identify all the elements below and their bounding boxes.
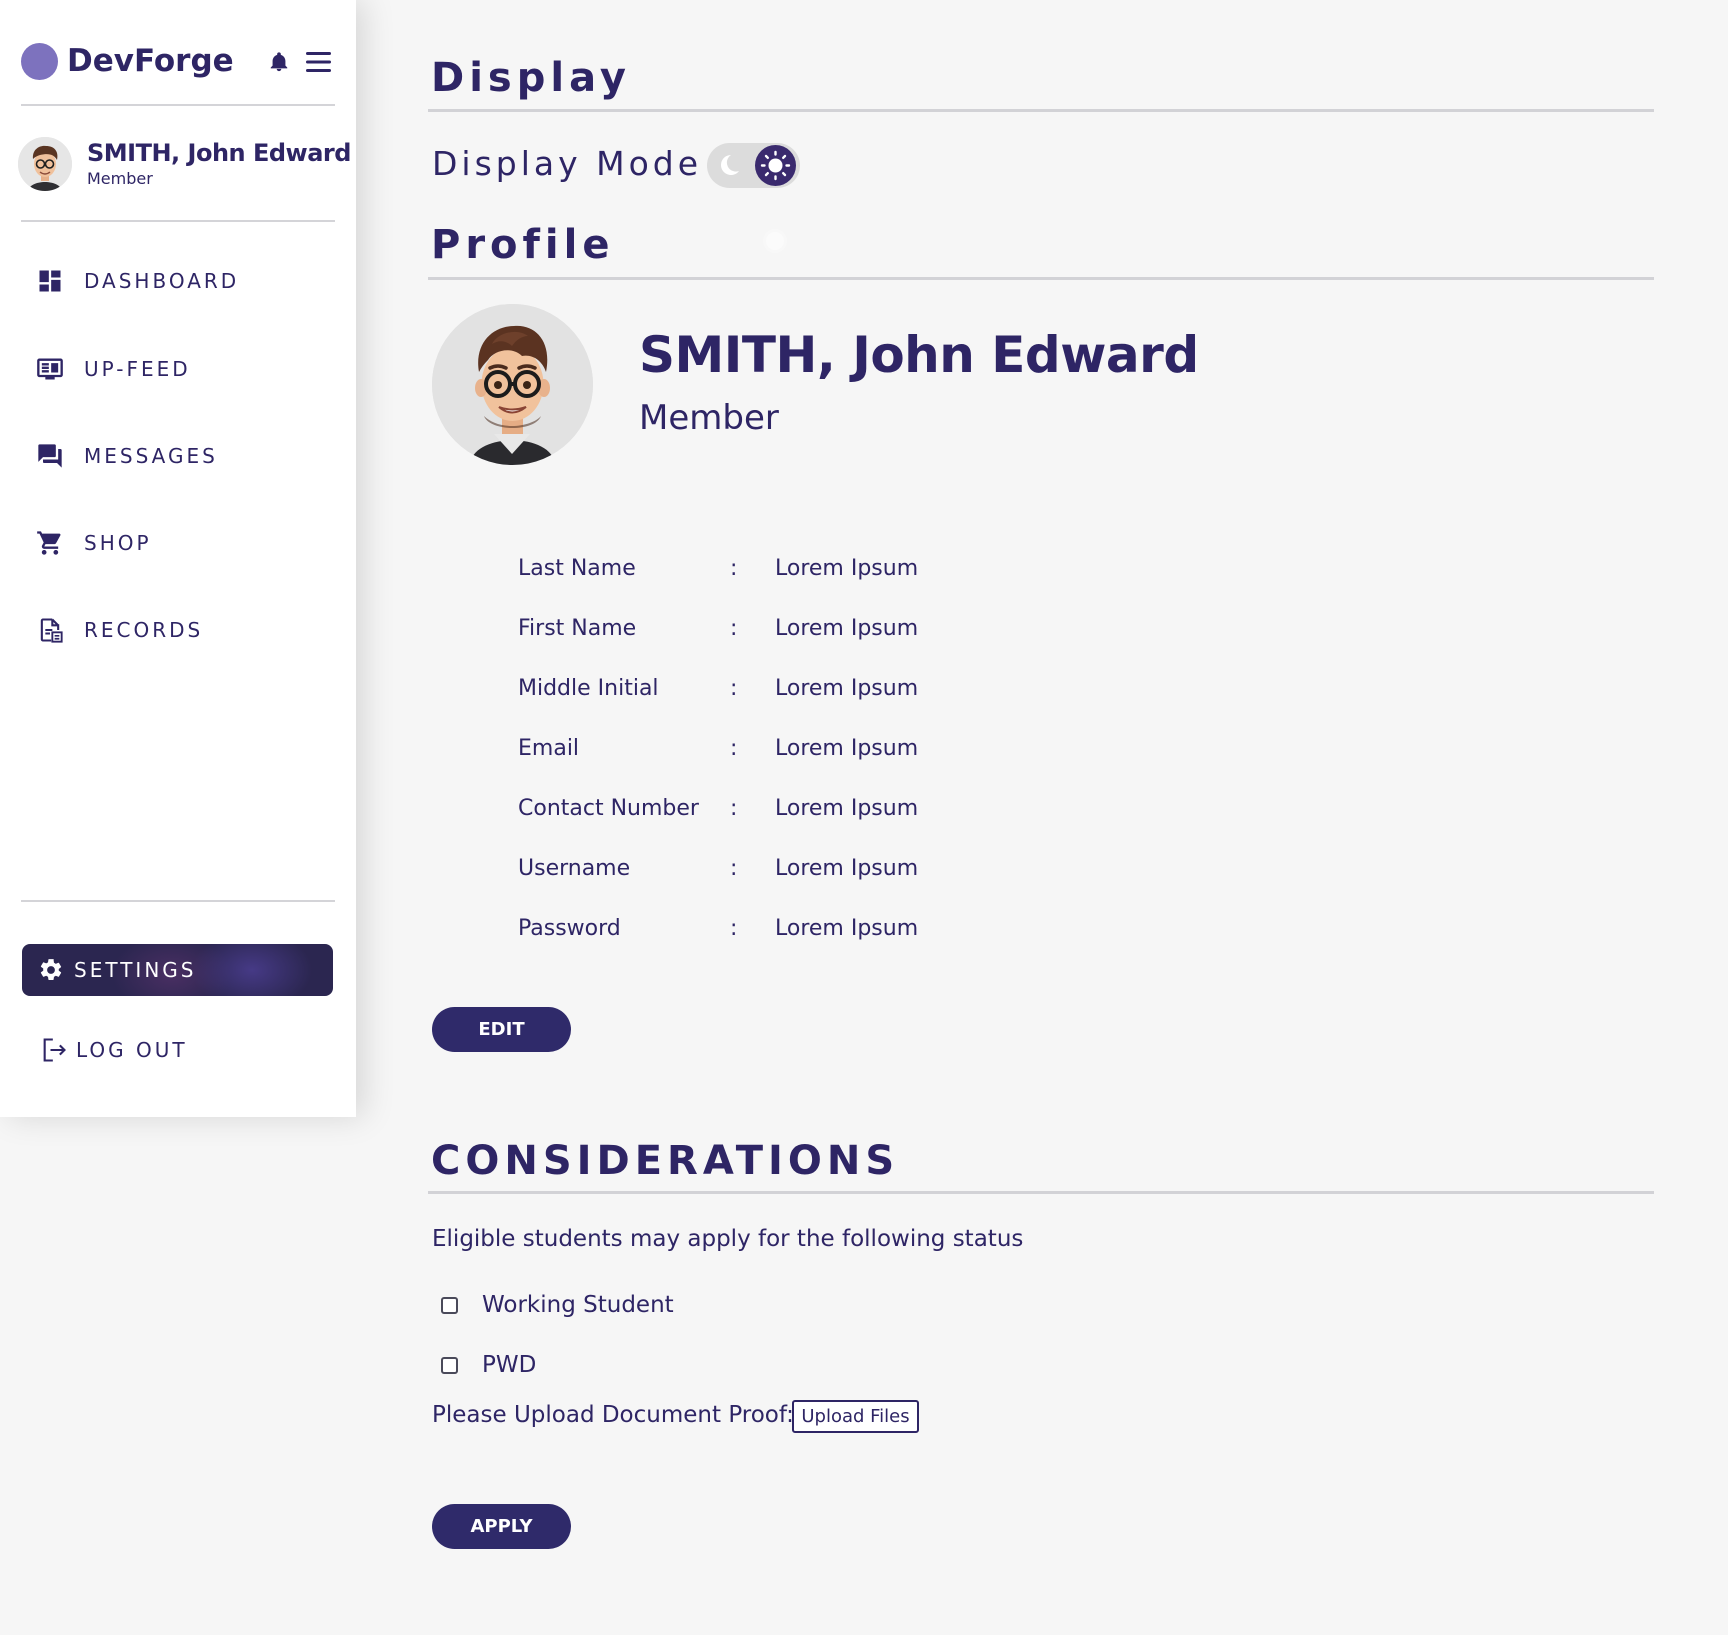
field-label: Username	[518, 856, 631, 881]
profile-field-username: Username : Lorem Ipsum	[518, 852, 1118, 888]
field-separator: :	[730, 556, 738, 581]
toggle-knob	[755, 145, 796, 186]
sidebar-item-label: UP-FEED	[84, 357, 191, 381]
upload-proof-label: Please Upload Document Proof:	[432, 1402, 794, 1428]
display-mode-label: Display Mode	[432, 144, 703, 183]
field-label: Contact Number	[518, 796, 699, 821]
field-value: Lorem Ipsum	[775, 556, 919, 581]
sidebar-item-messages[interactable]: MESSAGES	[36, 436, 326, 476]
sun-icon	[760, 150, 791, 181]
field-separator: :	[730, 676, 738, 701]
sidebar-item-dashboard[interactable]: DASHBOARD	[36, 261, 326, 301]
field-separator: :	[730, 736, 738, 761]
profile-field-contact-number: Contact Number : Lorem Ipsum	[518, 792, 1118, 828]
option-label: PWD	[482, 1352, 537, 1378]
field-value: Lorem Ipsum	[775, 856, 919, 881]
section-title-display: Display	[431, 55, 631, 101]
profile-field-middle-initial: Middle Initial : Lorem Ipsum	[518, 672, 1118, 708]
field-label: Last Name	[518, 556, 636, 581]
field-value: Lorem Ipsum	[775, 796, 919, 821]
profile-field-first-name: First Name : Lorem Ipsum	[518, 612, 1118, 648]
feed-icon	[36, 355, 64, 383]
apply-button[interactable]: APPLY	[432, 1504, 571, 1549]
sidebar-divider	[21, 900, 335, 902]
brand-name: DevForge	[67, 43, 234, 79]
brand-logo-dot	[21, 42, 58, 80]
sidebar-divider	[21, 104, 335, 106]
working-student-checkbox[interactable]	[441, 1296, 458, 1314]
profile-field-password: Password : Lorem Ipsum	[518, 912, 1118, 948]
upload-files-button[interactable]: Upload Files	[792, 1400, 919, 1433]
field-separator: :	[730, 616, 738, 641]
section-divider	[428, 277, 1654, 280]
field-value: Lorem Ipsum	[775, 916, 919, 941]
section-divider	[428, 109, 1654, 112]
dashboard-icon	[36, 267, 64, 295]
field-value: Lorem Ipsum	[775, 616, 919, 641]
sidebar-item-records[interactable]: RECORDS	[36, 610, 326, 650]
records-icon	[36, 616, 64, 644]
field-separator: :	[730, 796, 738, 821]
profile-field-last-name: Last Name : Lorem Ipsum	[518, 552, 1118, 588]
sidebar-item-label: DASHBOARD	[84, 269, 240, 293]
avatar	[18, 137, 72, 191]
moon-icon	[719, 153, 743, 177]
logout-icon	[40, 1036, 68, 1064]
sidebar: DevForge SMITH, John Edward Member DASHB…	[0, 0, 356, 1117]
logout-label: LOG OUT	[76, 1038, 188, 1062]
option-working-student[interactable]: Working Student	[441, 1288, 674, 1322]
hamburger-menu-icon[interactable]	[305, 49, 332, 75]
sidebar-item-up-feed[interactable]: UP-FEED	[36, 349, 326, 389]
display-mode-toggle[interactable]	[707, 143, 800, 188]
section-divider	[428, 1191, 1654, 1194]
field-value: Lorem Ipsum	[775, 676, 919, 701]
sidebar-item-label: SHOP	[84, 531, 152, 555]
field-value: Lorem Ipsum	[775, 736, 919, 761]
sidebar-item-settings[interactable]: SETTINGS	[22, 944, 333, 996]
user-name: SMITH, John Edward	[87, 139, 351, 167]
edit-button[interactable]: EDIT	[432, 1007, 571, 1052]
user-role: Member	[87, 169, 153, 188]
field-label: Email	[518, 736, 580, 761]
bell-icon[interactable]	[268, 50, 290, 74]
profile-role: Member	[639, 398, 779, 438]
gear-icon	[38, 957, 64, 983]
sidebar-item-shop[interactable]: SHOP	[36, 523, 326, 563]
logout-button[interactable]: LOG OUT	[40, 1030, 188, 1070]
profile-avatar[interactable]	[432, 304, 593, 465]
messages-icon	[36, 442, 64, 470]
cart-icon	[36, 529, 64, 557]
field-separator: :	[730, 916, 738, 941]
sidebar-divider	[21, 220, 335, 222]
pwd-checkbox[interactable]	[441, 1356, 458, 1374]
sidebar-item-label: MESSAGES	[84, 444, 218, 468]
considerations-intro: Eligible students may apply for the foll…	[432, 1226, 1024, 1252]
option-label: Working Student	[482, 1292, 674, 1318]
field-label: Password	[518, 916, 621, 941]
user-summary[interactable]: SMITH, John Edward Member	[18, 135, 351, 195]
field-label: Middle Initial	[518, 676, 659, 701]
option-pwd[interactable]: PWD	[441, 1348, 536, 1382]
profile-name: SMITH, John Edward	[639, 326, 1199, 384]
field-label: First Name	[518, 616, 637, 641]
sun-icon	[760, 226, 790, 256]
section-title-considerations: CONSIDERATIONS	[431, 1138, 900, 1184]
section-title-profile: Profile	[431, 222, 615, 268]
brand[interactable]: DevForge	[21, 40, 335, 82]
sidebar-item-label: SETTINGS	[74, 958, 197, 982]
profile-field-email: Email : Lorem Ipsum	[518, 732, 1118, 768]
field-separator: :	[730, 856, 738, 881]
sidebar-item-label: RECORDS	[84, 618, 204, 642]
